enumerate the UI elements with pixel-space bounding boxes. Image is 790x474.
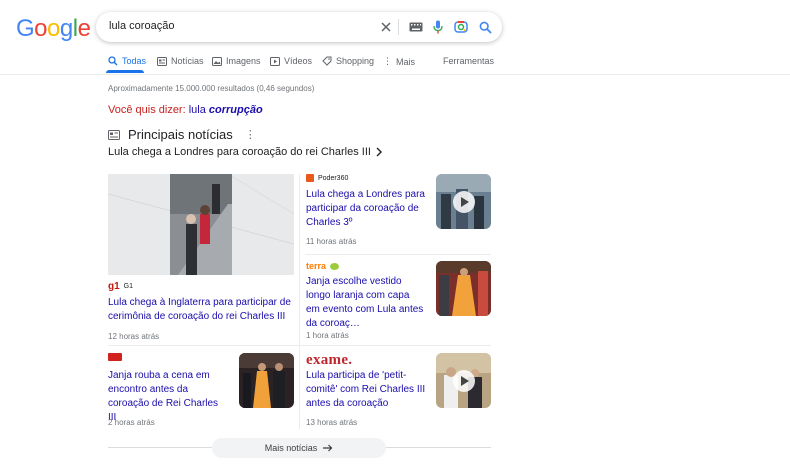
story-subheading[interactable]: Lula chega a Londres para coroação do re…	[108, 146, 383, 158]
microphone-icon[interactable]	[430, 19, 446, 35]
clear-icon[interactable]	[378, 19, 394, 35]
news-icon	[157, 56, 167, 66]
tab-news[interactable]: Notícias	[157, 56, 204, 66]
story-time: 1 hora atrás	[306, 331, 349, 340]
terra-logo-icon	[330, 262, 340, 270]
story-time: 13 horas atrás	[306, 418, 358, 427]
tag-icon	[322, 56, 332, 66]
publisher-logo	[108, 353, 122, 361]
story-time: 2 horas atrás	[108, 418, 155, 427]
poder360-logo	[306, 174, 314, 182]
g1-logo: g1	[108, 281, 120, 292]
exame-logo: exame.	[306, 352, 353, 368]
story-thumbnail[interactable]	[436, 353, 491, 408]
story-thumbnail[interactable]	[436, 261, 491, 316]
news-icon	[108, 129, 120, 140]
divider	[398, 19, 399, 35]
tab-videos[interactable]: Vídeos	[270, 56, 312, 66]
more-icon: ⋮	[383, 56, 392, 66]
tab-more[interactable]: ⋮ Mais	[383, 56, 415, 67]
google-lens-icon[interactable]	[453, 19, 469, 35]
play-icon	[452, 190, 475, 213]
header-divider	[0, 74, 790, 75]
search-input[interactable]: lula coroação	[109, 20, 174, 32]
column-divider	[299, 174, 300, 429]
tab-images[interactable]: Imagens	[212, 56, 261, 66]
story-source: g1 G1	[108, 281, 134, 292]
story-headline[interactable]: Janja rouba a cena em encontro antes da …	[108, 369, 228, 425]
image-icon	[212, 56, 222, 66]
chevron-right-icon	[376, 147, 382, 157]
story-thumbnail[interactable]	[239, 353, 294, 408]
divider	[108, 447, 212, 448]
story-image[interactable]	[108, 174, 294, 275]
search-icon[interactable]	[477, 19, 493, 35]
divider	[386, 447, 491, 448]
story-source	[108, 353, 122, 361]
story-time: 12 horas atrás	[108, 332, 160, 341]
story-headline[interactable]: Lula chega à Inglaterra para participar …	[108, 296, 294, 324]
story-source: exame.	[306, 352, 352, 369]
top-stories-header: Principais notícias ⋮	[108, 127, 256, 142]
story-source: Poder360	[306, 174, 348, 182]
row-divider	[305, 254, 491, 255]
tab-shopping[interactable]: Shopping	[322, 56, 374, 66]
google-logo[interactable]: Google	[16, 15, 91, 43]
tools-button[interactable]: Ferramentas	[443, 56, 494, 66]
story-time: 11 horas atrás	[306, 237, 357, 246]
more-news-button[interactable]: Mais notícias	[212, 438, 386, 458]
search-icon	[108, 56, 118, 66]
story-headline[interactable]: Janja escolhe vestido longo laranja com …	[306, 275, 426, 331]
keyboard-icon[interactable]	[408, 19, 424, 35]
story-headline[interactable]: Lula chega a Londres para participar da …	[306, 188, 426, 230]
did-you-mean-link[interactable]: lula corrupção	[189, 104, 263, 116]
arrow-right-icon	[323, 444, 333, 452]
video-icon	[270, 56, 280, 66]
row-divider	[108, 345, 491, 346]
did-you-mean: Você quis dizer: lula corrupção	[108, 104, 263, 116]
terra-logo: terra	[306, 261, 327, 271]
story-thumbnail[interactable]	[436, 174, 491, 229]
story-headline[interactable]: Lula participa de 'petit-comitê' com Rei…	[306, 369, 426, 411]
active-tab-indicator	[106, 70, 144, 73]
search-box[interactable]: lula coroação	[96, 12, 502, 42]
play-icon	[452, 369, 475, 392]
story-source: terra	[306, 261, 340, 271]
tab-all[interactable]: Todas	[108, 56, 146, 66]
result-stats: Aproximadamente 15.000.000 resultados (0…	[108, 84, 315, 93]
section-title: Principais notícias	[128, 127, 233, 142]
more-options-icon[interactable]: ⋮	[245, 128, 256, 141]
